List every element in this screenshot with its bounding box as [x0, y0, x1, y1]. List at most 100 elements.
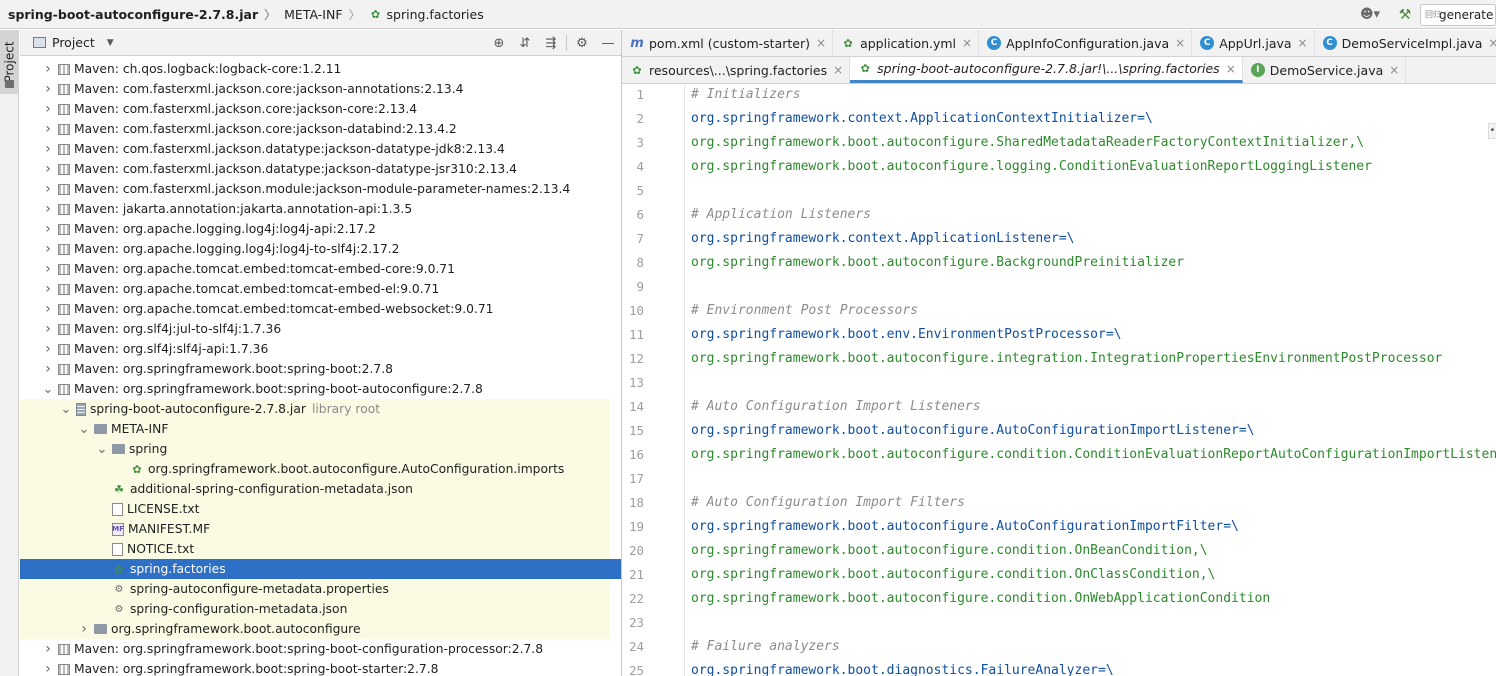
tree-item[interactable]: › Maven: ch.qos.logback:logback-core:1.2.…	[20, 59, 610, 79]
code-line[interactable]: org.springframework.boot.autoconfigure.i…	[691, 349, 1442, 373]
code-line[interactable]: org.springframework.boot.autoconfigure.S…	[691, 133, 1364, 157]
gear-icon[interactable]: ⚙	[569, 36, 595, 51]
code-line[interactable]: # Auto Configuration Import Filters	[691, 493, 965, 517]
code-line[interactable]: org.springframework.boot.autoconfigure.B…	[691, 253, 1184, 277]
code-line[interactable]: # Initializers	[691, 85, 801, 109]
breadcrumb-spring-factories[interactable]: ✿ spring.factories	[361, 0, 484, 29]
chevron-down-icon[interactable]: ⌄	[96, 442, 108, 457]
close-icon[interactable]: ×	[816, 36, 826, 50]
project-tree[interactable]: › Maven: ch.qos.logback:logback-core:1.2.…	[20, 57, 621, 676]
tree-item[interactable]: ⌄ META-INF	[20, 419, 610, 439]
structure-tool-icon[interactable]	[5, 80, 14, 88]
tree-item[interactable]: › Maven: org.slf4j:jul-to-slf4j:1.7.36	[20, 319, 610, 339]
code-line[interactable]: org.springframework.boot.autoconfigure.l…	[691, 157, 1372, 181]
chevron-right-icon[interactable]: ›	[42, 61, 54, 77]
collapse-all-icon[interactable]: ⇶	[538, 36, 564, 51]
chevron-right-icon[interactable]: ›	[42, 81, 54, 97]
hide-panel-icon[interactable]: —	[595, 36, 621, 51]
build-hammer-icon[interactable]: ⚒	[1390, 0, 1420, 29]
editor-tab[interactable]: C AppUrl.java ×	[1192, 30, 1315, 56]
breadcrumb-jar[interactable]: spring-boot-autoconfigure-2.7.8.jar 〉	[0, 0, 276, 29]
editor-tab[interactable]: ✿ spring-boot-autoconfigure-2.7.8.jar!\..…	[850, 57, 1243, 83]
tree-item[interactable]: ⌄ spring	[20, 439, 610, 459]
tree-item[interactable]: MF MANIFEST.MF	[20, 519, 610, 539]
code-line[interactable]: org.springframework.boot.autoconfigure.c…	[691, 589, 1270, 613]
code-line[interactable]: # Failure analyzers	[691, 637, 840, 661]
project-panel-title[interactable]: Project	[52, 35, 95, 50]
code-line[interactable]: org.springframework.context.ApplicationL…	[691, 229, 1075, 253]
code-line[interactable]: org.springframework.boot.autoconfigure.A…	[691, 517, 1239, 541]
tree-item[interactable]: › Maven: com.fasterxml.jackson.module:jac…	[20, 179, 610, 199]
tree-item[interactable]: › Maven: com.fasterxml.jackson.datatype:j…	[20, 159, 610, 179]
code-line[interactable]: org.springframework.boot.autoconfigure.c…	[691, 541, 1208, 565]
tree-item[interactable]: › Maven: org.apache.tomcat.embed:tomcat-e…	[20, 279, 610, 299]
chevron-down-icon[interactable]: ⌄	[42, 382, 54, 397]
chevron-right-icon[interactable]: ›	[42, 241, 54, 257]
tree-item[interactable]: › Maven: com.fasterxml.jackson.core:jacks…	[20, 119, 610, 139]
chevron-right-icon[interactable]: ›	[42, 361, 54, 377]
code-line[interactable]: # Auto Configuration Import Listeners	[691, 397, 981, 421]
tree-item[interactable]: › Maven: org.slf4j:slf4j-api:1.7.36	[20, 339, 610, 359]
chevron-down-icon[interactable]: ⌄	[78, 422, 90, 437]
code-line[interactable]: org.springframework.boot.autoconfigure.c…	[691, 565, 1215, 589]
code-line[interactable]: org.springframework.context.ApplicationC…	[691, 109, 1153, 133]
code-line[interactable]: org.springframework.boot.autoconfigure.c…	[691, 445, 1496, 469]
tree-item[interactable]: ⌄ spring-boot-autoconfigure-2.7.8.jar libr…	[20, 399, 610, 419]
tree-item[interactable]: › Maven: jakarta.annotation:jakarta.annot…	[20, 199, 610, 219]
chevron-right-icon[interactable]: ›	[42, 661, 54, 676]
breadcrumb-meta-inf[interactable]: META-INF 〉	[276, 0, 360, 29]
chevron-right-icon[interactable]: ›	[42, 261, 54, 277]
tree-item[interactable]: ✿ org.springframework.boot.autoconfigure.…	[20, 459, 610, 479]
chevron-down-icon[interactable]: ⌄	[60, 402, 72, 417]
inspection-widget-icon[interactable]: •	[1488, 123, 1496, 139]
close-icon[interactable]: ×	[962, 36, 972, 50]
tree-item[interactable]: › Maven: org.apache.logging.log4j:log4j-t…	[20, 239, 610, 259]
code-editor[interactable]: 1 2 3 4 5 6 7 8 9 10 11 12 13 14 15 16 17 18 19 20 21 22 23 24 2…	[622, 85, 1496, 676]
tree-item[interactable]: › Maven: com.fasterxml.jackson.core:jacks…	[20, 79, 610, 99]
code-line[interactable]: org.springframework.boot.diagnostics.Fai…	[691, 661, 1114, 676]
tree-item[interactable]: ☘ additional-spring-configuration-metadat…	[20, 479, 610, 499]
tree-item[interactable]: ⚙ spring-autoconfigure-metadata.propertie…	[20, 579, 610, 599]
close-icon[interactable]: ×	[1226, 62, 1236, 76]
chevron-right-icon[interactable]: ›	[42, 281, 54, 297]
tree-item[interactable]: ⌄ Maven: org.springframework.boot:spring-…	[20, 379, 610, 399]
tree-item[interactable]: › Maven: com.fasterxml.jackson.datatype:j…	[20, 139, 610, 159]
chevron-right-icon[interactable]: ›	[42, 341, 54, 357]
code-line[interactable]: org.springframework.boot.env.Environment…	[691, 325, 1121, 349]
chevron-right-icon[interactable]: ›	[42, 201, 54, 217]
chevron-down-icon[interactable]: ▼	[107, 38, 114, 48]
tree-item[interactable]: › Maven: com.fasterxml.jackson.core:jacks…	[20, 99, 610, 119]
expand-all-icon[interactable]: ⇵	[512, 36, 538, 51]
tree-item[interactable]: ✿ spring.factories	[20, 559, 621, 579]
tree-item[interactable]: › Maven: org.springframework.boot:spring-…	[20, 659, 610, 676]
close-icon[interactable]: ×	[1298, 36, 1308, 50]
tree-item[interactable]: NOTICE.txt	[20, 539, 610, 559]
chevron-right-icon[interactable]: ›	[42, 141, 54, 157]
editor-tab[interactable]: I DemoService.java ×	[1243, 57, 1407, 83]
locate-file-icon[interactable]: ⊕	[486, 36, 512, 51]
editor-tab[interactable]: m pom.xml (custom-starter) ×	[622, 30, 834, 56]
user-dropdown-icon[interactable]: ☻▾	[1350, 0, 1390, 29]
chevron-right-icon[interactable]: ›	[42, 321, 54, 337]
tree-item[interactable]: LICENSE.txt	[20, 499, 610, 519]
run-configuration-select[interactable]: 回归 generate	[1420, 3, 1496, 26]
editor-tab[interactable]: C DemoServiceImpl.java ×	[1315, 30, 1496, 56]
chevron-right-icon[interactable]: ›	[42, 301, 54, 317]
tree-item[interactable]: › org.springframework.boot.autoconfigure	[20, 619, 610, 639]
editor-tab[interactable]: ✿ resources\...\spring.factories ×	[622, 57, 851, 83]
chevron-right-icon[interactable]: ›	[42, 101, 54, 117]
chevron-right-icon[interactable]: ›	[42, 641, 54, 657]
editor-tab[interactable]: ✿ application.yml ×	[833, 30, 980, 56]
tree-item[interactable]: › Maven: org.springframework.boot:spring-…	[20, 639, 610, 659]
editor-tab[interactable]: C AppInfoConfiguration.java ×	[979, 30, 1193, 56]
chevron-right-icon[interactable]: ›	[78, 621, 90, 637]
code-line[interactable]: org.springframework.boot.autoconfigure.A…	[691, 421, 1255, 445]
close-icon[interactable]: ×	[833, 63, 843, 77]
close-icon[interactable]: ×	[1389, 63, 1399, 77]
chevron-right-icon[interactable]: ›	[42, 221, 54, 237]
tree-item[interactable]: › Maven: org.springframework.boot:spring-…	[20, 359, 610, 379]
tree-item[interactable]: › Maven: org.apache.tomcat.embed:tomcat-e…	[20, 259, 610, 279]
code-line[interactable]: # Environment Post Processors	[691, 301, 918, 325]
close-icon[interactable]: ×	[1175, 36, 1185, 50]
chevron-right-icon[interactable]: ›	[42, 161, 54, 177]
